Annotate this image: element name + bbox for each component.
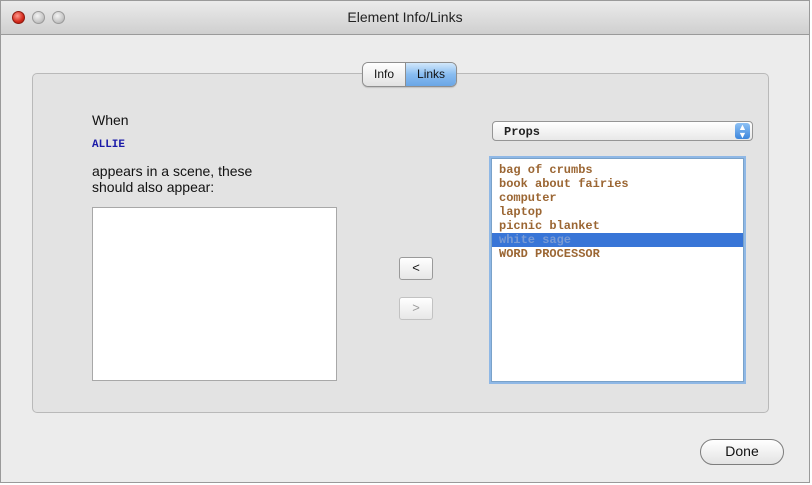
available-items-list[interactable]: bag of crumbs book about fairies computer l… (491, 158, 744, 382)
description-line-1: appears in a scene, these (92, 163, 253, 179)
list-item[interactable]: book about fairies (492, 177, 743, 191)
element-info-window: Element Info/Links Info Links When ALLIE… (0, 0, 810, 483)
tab-links[interactable]: Links (406, 63, 457, 86)
element-name: ALLIE (92, 139, 126, 151)
category-select[interactable]: Props ▲ ▼ (492, 121, 753, 141)
list-item[interactable]: computer (492, 191, 743, 205)
available-items-container: bag of crumbs book about fairies computer l… (492, 163, 743, 261)
tab-bar: Info Links (362, 62, 458, 87)
list-item[interactable]: picnic blanket (492, 219, 743, 233)
category-select-value: Props (504, 125, 541, 139)
list-item[interactable]: white sage (492, 233, 743, 247)
window-title: Element Info/Links (347, 9, 463, 25)
list-item[interactable]: bag of crumbs (492, 163, 743, 177)
when-label: When (92, 112, 129, 128)
select-arrows-icon: ▲ ▼ (735, 123, 750, 140)
description-line-2: should also appear: (92, 179, 215, 195)
add-link-button[interactable]: < (399, 257, 433, 280)
tab-info[interactable]: Info (363, 63, 407, 86)
title-bar: Element Info/Links (1, 1, 809, 35)
list-item[interactable]: laptop (492, 205, 743, 219)
remove-link-button[interactable]: > (399, 297, 433, 320)
list-item[interactable]: WORD PROCESSOR (492, 247, 743, 261)
done-button[interactable]: Done (700, 439, 784, 465)
linked-items-list[interactable] (92, 207, 337, 381)
